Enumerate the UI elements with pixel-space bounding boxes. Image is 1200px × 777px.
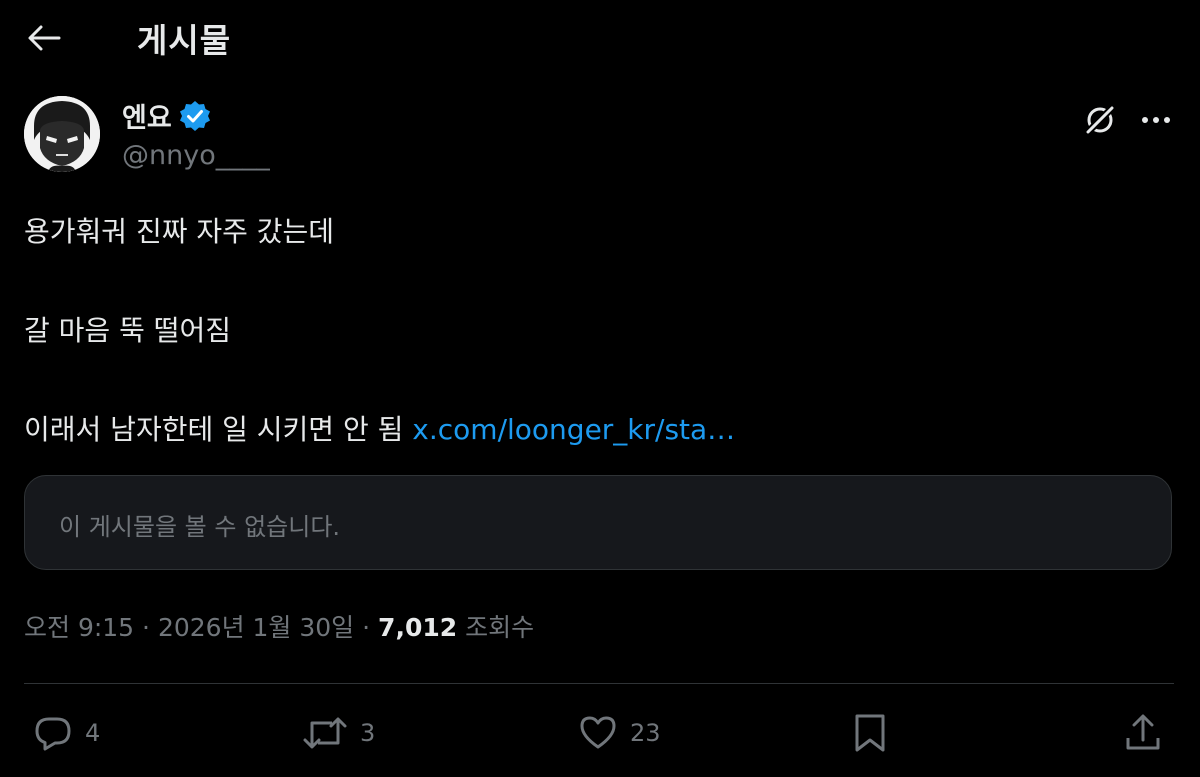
more-options-button[interactable] — [1136, 100, 1176, 140]
reply-button[interactable]: 4 — [33, 710, 100, 756]
reply-count: 4 — [85, 719, 101, 747]
tweet-text: 이래서 남자한테 일 시키면 안 됨 — [24, 413, 404, 446]
tweet-text-line: 용가훠궈 진짜 자주 갔는데 — [24, 215, 335, 248]
bookmark-icon — [855, 714, 885, 752]
meta-separator: · — [362, 613, 371, 642]
divider — [24, 683, 1174, 684]
back-button[interactable] — [22, 18, 66, 58]
tweet-detail-page: 게시물 엔요 @nnyo____ 용가훠궈 진짜 자주 갔는데 갈 마음 뚝 떨… — [0, 0, 1200, 777]
more-horizontal-icon — [1142, 117, 1170, 123]
grok-button[interactable] — [1080, 100, 1120, 140]
avatar[interactable] — [24, 96, 100, 172]
tweet-text-line: 갈 마음 뚝 떨어짐 — [24, 314, 232, 347]
cartoon-face-avatar — [24, 96, 100, 172]
bookmark-button[interactable] — [852, 710, 888, 756]
like-button[interactable]: 23 — [578, 710, 661, 756]
quoted-post-unavailable: 이 게시물을 볼 수 없습니다. — [24, 475, 1172, 570]
tweet-text-line: 이래서 남자한테 일 시키면 안 됨 x.com/loonger_kr/sta… — [24, 408, 735, 448]
author-display-name[interactable]: 엔요 — [122, 96, 172, 135]
views-label: 조회수 — [465, 613, 535, 642]
unavailable-message: 이 게시물을 볼 수 없습니다. — [59, 513, 341, 541]
reply-icon — [35, 717, 71, 751]
like-icon — [580, 716, 616, 749]
verified-badge-icon — [180, 101, 210, 131]
page-title: 게시물 — [137, 21, 232, 60]
page-header: 게시물 — [0, 0, 1200, 80]
tweet-date[interactable]: 2026년 1월 30일 — [158, 613, 354, 642]
like-count: 23 — [630, 719, 661, 747]
retweet-count: 3 — [360, 719, 376, 747]
arrow-left-icon — [28, 25, 61, 51]
views-count[interactable]: 7,012 — [378, 613, 457, 642]
share-button[interactable] — [1124, 710, 1162, 756]
share-icon — [1126, 714, 1160, 750]
tweet-link[interactable]: x.com/loonger_kr/sta… — [412, 413, 735, 446]
tweet-time[interactable]: 오전 9:15 — [24, 613, 134, 642]
author-handle[interactable]: @nnyo____ — [122, 140, 270, 171]
tweet-meta: 오전 9:15 · 2026년 1월 30일 · 7,012 조회수 — [24, 608, 534, 644]
meta-separator: · — [142, 613, 150, 642]
retweet-icon — [303, 717, 347, 749]
retweet-button[interactable]: 3 — [302, 710, 375, 756]
grok-icon — [1084, 104, 1116, 136]
